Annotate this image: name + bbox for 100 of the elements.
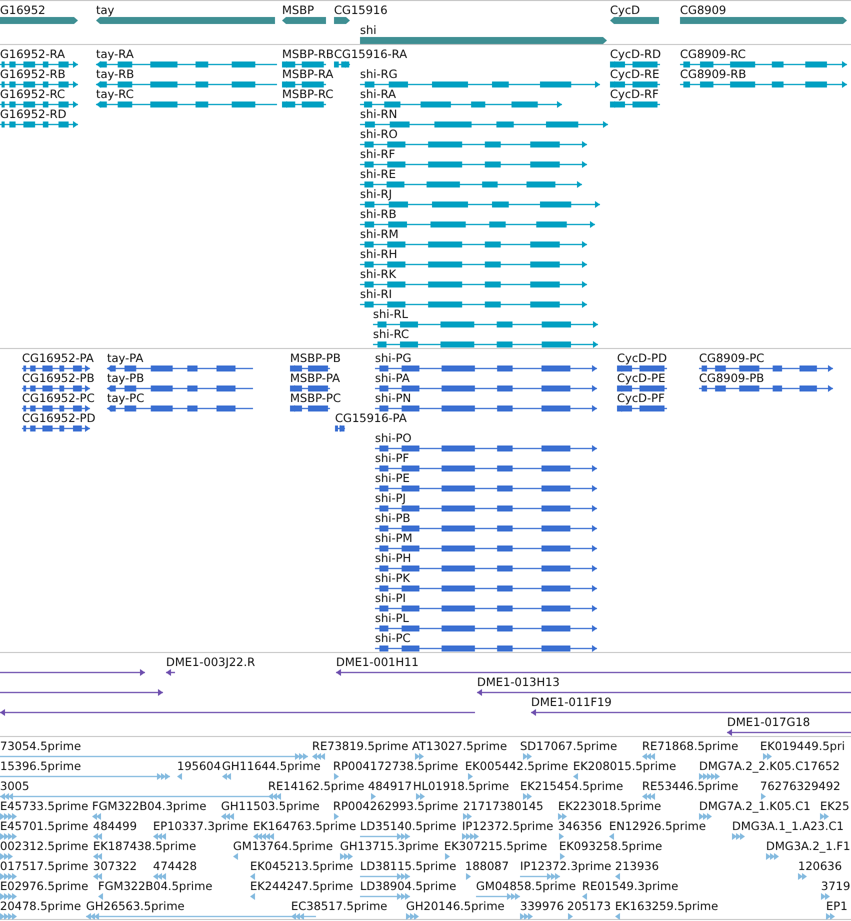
transcript-label: shi-RE	[360, 168, 396, 181]
est-label: RE01549.3prime	[582, 880, 678, 893]
est-label: DMG7A.2_2.K05.C17652	[699, 760, 840, 773]
est-label: GH26563.5prime	[86, 900, 185, 913]
gene-label: CycD	[610, 4, 640, 17]
est-label: DMG3A.1_1.A23.C1	[732, 820, 844, 833]
transcript-label: CycD-RF	[610, 88, 659, 101]
protein-label: shi-PF	[375, 452, 410, 465]
protein-label: shi-PG	[375, 352, 412, 365]
est-label: 339976	[520, 900, 564, 913]
clone-label: DME1-003J22.R	[166, 656, 256, 669]
protein-label: tay-PC	[107, 392, 144, 405]
protein-label: MSBP-PB	[290, 352, 341, 365]
est-label: 120636	[798, 860, 842, 873]
transcript-label: shi-RO	[360, 128, 398, 141]
est-label: RE71868.5prime	[642, 740, 738, 753]
est-label: 002312.5prime	[0, 840, 88, 853]
est-label: RE14162.5prime	[268, 780, 364, 793]
transcript-label: tay-RA	[96, 48, 134, 61]
transcript-label: shi-RI	[360, 288, 392, 301]
protein-label: CG8909-PB	[699, 372, 764, 385]
est-label: EK307215.5prime	[444, 840, 548, 853]
transcript-label: shi-RF	[360, 148, 396, 161]
est-label: 76276329492	[760, 780, 840, 793]
est-label: GM04858.5prime	[476, 880, 576, 893]
clone-label: DME1-011F19	[531, 696, 612, 709]
est-label: EK005442.5prime	[465, 760, 568, 773]
transcript-label: CycD-RE	[610, 68, 660, 81]
est-label: DMG7A.2_1.K05.C1	[699, 800, 811, 813]
protein-label: shi-PA	[375, 372, 410, 385]
est-label: GH13715.3prime	[340, 840, 439, 853]
transcript-label: shi-RG	[360, 68, 398, 81]
transcript-label: G16952-RA	[0, 48, 66, 61]
est-label: 73054.5prime	[0, 740, 82, 753]
protein-label: shi-PL	[375, 612, 409, 625]
protein-label: CG16952-PB	[22, 372, 94, 385]
gene-label: G16952	[0, 4, 46, 17]
est-label: EK019449.5pri	[760, 740, 845, 753]
transcript-label: MSBP-RA	[282, 68, 334, 81]
est-label: GH11503.5prime	[221, 800, 320, 813]
clone-label: DME1-017G18	[727, 716, 810, 729]
est-label: E45733.5prime	[0, 800, 88, 813]
transcript-label: shi-RL	[373, 308, 408, 321]
est-label: EK25	[820, 800, 850, 813]
est-label: EK163259.5prime	[615, 900, 718, 913]
est-label: 195604	[177, 760, 221, 773]
est-label: EN12926.5prime	[609, 820, 706, 833]
est-label: AT13027.5prime	[412, 740, 508, 753]
est-label: RE53446.5prime	[642, 780, 738, 793]
protein-label: CG15916-PA	[335, 412, 407, 425]
transcript-label: tay-RC	[96, 88, 134, 101]
est-label: HL01918.5prime	[413, 780, 510, 793]
clone-label: DME1-001H11	[336, 656, 419, 669]
protein-label: MSBP-PC	[290, 392, 341, 405]
est-label: EP1	[826, 900, 848, 913]
transcript-label: shi-RA	[360, 88, 396, 101]
est-label: EK208015.5prime	[573, 760, 676, 773]
protein-label: shi-PH	[375, 552, 412, 565]
est-label: GH20146.5prime	[406, 900, 505, 913]
est-label: 15396.5prime	[0, 760, 82, 773]
est-label: IP12372.5prime	[462, 820, 554, 833]
est-label: GM13764.5prime	[233, 840, 333, 853]
est-label: FGM322B04.5prime	[98, 880, 212, 893]
est-label: LD38115.5prime	[360, 860, 456, 873]
gene-label: tay	[96, 4, 114, 17]
transcript-label: G16952-RB	[0, 68, 66, 81]
est-label: 188087	[465, 860, 509, 873]
protein-label: CycD-PF	[617, 392, 665, 405]
est-label: LD35140.5prime	[360, 820, 456, 833]
protein-label: shi-PC	[375, 632, 411, 645]
protein-label: shi-PB	[375, 512, 410, 525]
est-label: EK045213.5prime	[250, 860, 354, 873]
protein-label: CG16952-PC	[22, 392, 95, 405]
est-label: 346356	[558, 820, 602, 833]
transcript-label: shi-RN	[360, 108, 398, 121]
protein-label: CG16952-PD	[22, 412, 96, 425]
est-label: 21717380145	[463, 800, 544, 813]
est-label: E45701.5prime	[0, 820, 88, 833]
est-label: 474428	[153, 860, 197, 873]
protein-label: shi-PI	[375, 592, 406, 605]
protein-label: CycD-PE	[617, 372, 666, 385]
est-label: 307322	[93, 860, 137, 873]
gene-label: CG15916	[334, 4, 388, 17]
protein-label: MSBP-PA	[290, 372, 340, 385]
est-label: 205173	[567, 900, 611, 913]
est-label: 3005	[0, 780, 30, 793]
est-label: EK187438.5prime	[93, 840, 196, 853]
transcript-label: CG8909-RC	[680, 48, 746, 61]
protein-label: shi-PN	[375, 392, 412, 405]
protein-label: tay-PB	[107, 372, 144, 385]
est-label: E02976.5prime	[0, 880, 88, 893]
transcript-label: shi-RB	[360, 208, 397, 221]
transcript-label: CG15916-RA	[334, 48, 408, 61]
est-label: IP12372.3prime	[520, 860, 612, 873]
transcript-label: shi-RJ	[360, 188, 392, 201]
est-label: EC38517.5prime	[291, 900, 388, 913]
est-label: EP10337.3prime	[153, 820, 248, 833]
transcript-label: CycD-RD	[610, 48, 662, 61]
transcript-label: MSBP-RB	[282, 48, 334, 61]
protein-label: CycD-PD	[617, 352, 667, 365]
